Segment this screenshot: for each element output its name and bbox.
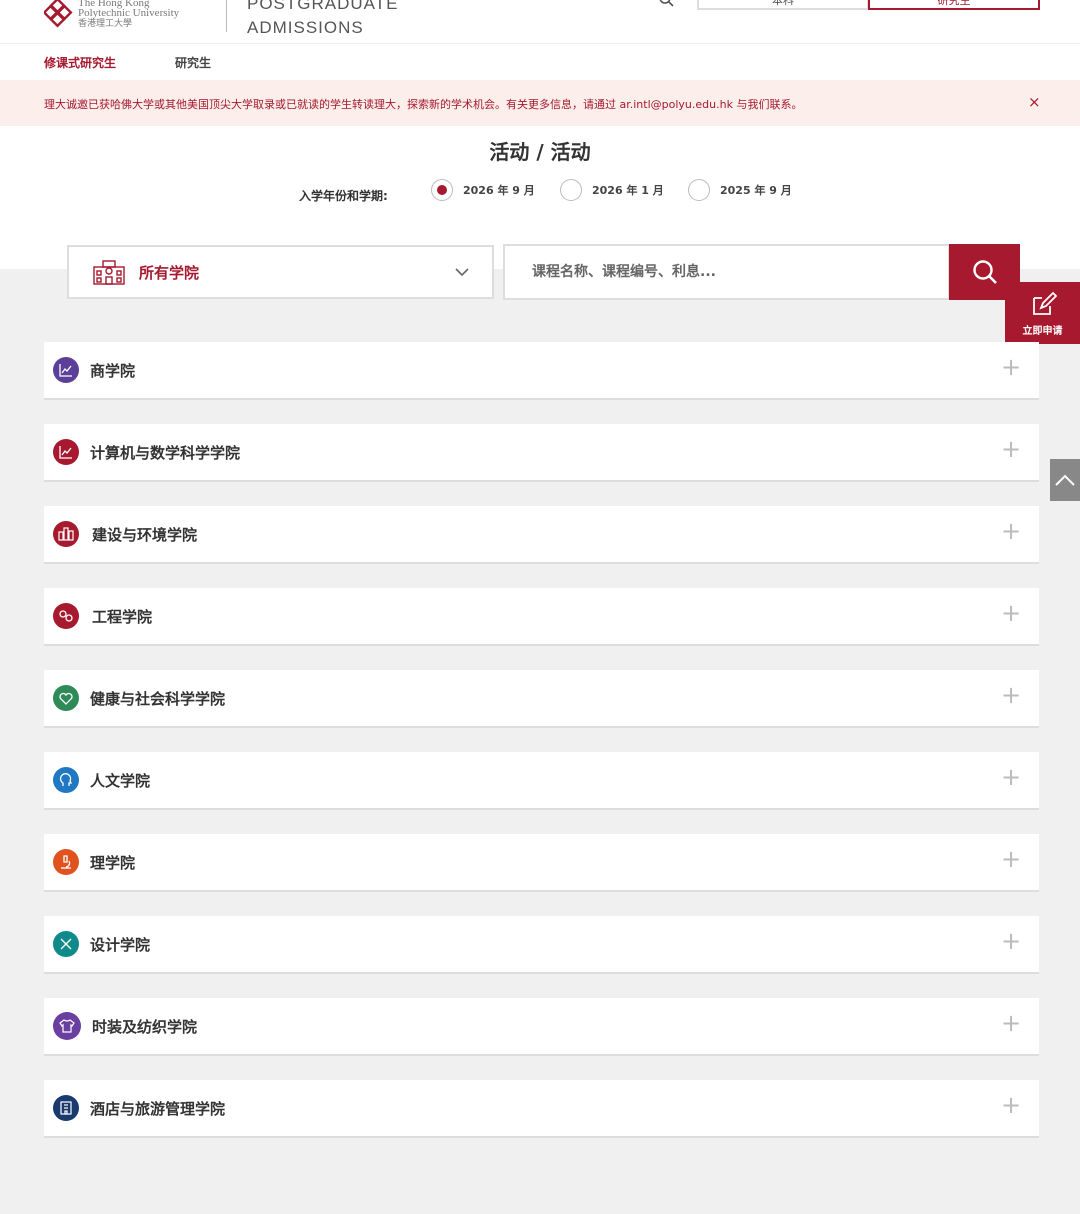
intake-radio-2025-sep[interactable]: 2025 年 9 月 (688, 179, 792, 201)
radio-circle-checked[interactable] (431, 179, 453, 201)
apply-now-button[interactable]: 立即申请 (1005, 282, 1080, 344)
radio-circle[interactable] (560, 179, 582, 201)
intake-radio-label: 2026 年 9 月 (463, 184, 535, 197)
page-title: 活动 / 活动 (489, 140, 591, 164)
faculty-accordion-business[interactable]: 商学院 + (44, 342, 1039, 400)
head-icon (53, 767, 79, 793)
subnav-taught-postgrad[interactable]: 修课式研究生 (44, 54, 116, 71)
intake-radio-2026-jan[interactable]: 2026 年 1 月 (560, 179, 664, 201)
course-search-input[interactable] (503, 244, 950, 300)
radio-circle[interactable] (688, 179, 710, 201)
faculty-select-value: 所有学院 (139, 263, 200, 282)
logo-divider (226, 0, 227, 32)
faculty-accordion-health[interactable]: 健康与社会科学学院 + (44, 670, 1039, 728)
postgrad-button[interactable]: 研究生 (868, 0, 1040, 10)
gears-icon (53, 603, 79, 629)
section-title-line-1: POSTGRADUATE (247, 0, 399, 13)
shirt-icon (53, 1012, 81, 1040)
logo-text: The Hong Kong Polytechnic University 香港理… (78, 0, 179, 28)
search-icon (972, 260, 997, 284)
chart-icon (53, 439, 79, 465)
notice-banner: 理大诚邀已获哈佛大学或其他美国顶尖大学取录或已就读的学生转读理大，探索新的学术机… (0, 80, 1080, 126)
buildings-icon (53, 521, 79, 547)
expand-plus-icon[interactable]: + (1001, 765, 1021, 789)
faculty-label: 设计学院 (90, 936, 151, 954)
faculty-accordion-humanities[interactable]: 人文学院 + (44, 752, 1039, 810)
chevron-up-icon (1055, 474, 1075, 486)
notice-text: 理大诚邀已获哈佛大学或其他美国顶尖大学取录或已就读的学生转读理大，探索新的学术机… (44, 98, 803, 111)
expand-plus-icon[interactable]: + (1001, 1093, 1021, 1117)
building-icon (93, 260, 125, 285)
microscope-icon (53, 849, 79, 875)
faculty-label: 工程学院 (92, 608, 153, 626)
faculty-label: 时装及纺织学院 (92, 1018, 198, 1036)
expand-plus-icon[interactable]: + (1001, 519, 1021, 543)
expand-plus-icon[interactable]: + (1001, 683, 1021, 707)
faculty-label: 人文学院 (90, 772, 151, 790)
header-search-icon[interactable] (658, 0, 674, 7)
apply-now-label: 立即申请 (1022, 326, 1063, 337)
faculty-select[interactable]: 所有学院 (67, 245, 494, 299)
heart-icon (53, 685, 79, 711)
expand-plus-icon[interactable]: + (1001, 437, 1021, 461)
section-title-line-2: ADMISSIONS (247, 18, 364, 37)
faculty-accordion-science[interactable]: 理学院 + (44, 834, 1039, 892)
expand-plus-icon[interactable]: + (1001, 847, 1021, 871)
pencil-ruler-icon (53, 931, 79, 957)
back-to-top-button[interactable] (1050, 459, 1080, 501)
polyu-logo-mark-icon (44, 0, 73, 28)
chevron-down-icon (455, 268, 469, 277)
faculty-accordion-design[interactable]: 设计学院 + (44, 916, 1039, 974)
faculty-label: 健康与社会科学学院 (90, 690, 226, 708)
logo-line-cn: 香港理工大學 (78, 18, 133, 28)
intake-radio-label: 2026 年 1 月 (592, 184, 664, 197)
hotel-icon (53, 1095, 79, 1121)
faculty-accordion-engineering[interactable]: 工程学院 + (44, 588, 1039, 646)
notice-close-icon[interactable]: × (1028, 93, 1041, 111)
faculty-accordion-hotel[interactable]: 酒店与旅游管理学院 + (44, 1080, 1039, 1138)
faculty-label: 建设与环境学院 (92, 526, 198, 544)
section-title: POSTGRADUATE ADMISSIONS (247, 0, 398, 40)
logo-line-2: Polytechnic University (78, 7, 180, 19)
intake-radio-label: 2025 年 9 月 (720, 184, 792, 197)
intake-radio-2026-sep[interactable]: 2026 年 9 月 (431, 179, 535, 201)
faculty-label: 商学院 (90, 362, 136, 380)
expand-plus-icon[interactable]: + (1001, 929, 1021, 953)
expand-plus-icon[interactable]: + (1001, 355, 1021, 379)
intake-label: 入学年份和学期: (299, 189, 388, 203)
edit-icon (1032, 291, 1057, 315)
faculty-accordion-fashion[interactable]: 时装及纺织学院 + (44, 998, 1039, 1056)
faculty-accordion-computing[interactable]: 计算机与数学科学学院 + (44, 424, 1039, 482)
expand-plus-icon[interactable]: + (1001, 601, 1021, 625)
chart-icon (53, 357, 79, 383)
faculty-label: 理学院 (90, 854, 136, 872)
expand-plus-icon[interactable]: + (1001, 1011, 1021, 1035)
undergrad-button[interactable]: 本科 (697, 0, 869, 10)
polyu-logo[interactable]: The Hong Kong Polytechnic University 香港理… (44, 0, 179, 28)
sub-nav: 修课式研究生 研究生 (0, 44, 1080, 80)
faculty-label: 计算机与数学科学学院 (90, 444, 241, 462)
faculty-accordion-construction[interactable]: 建设与环境学院 + (44, 506, 1039, 564)
subnav-research-postgrad[interactable]: 研究生 (175, 54, 211, 71)
faculty-label: 酒店与旅游管理学院 (90, 1100, 226, 1118)
site-header: The Hong Kong Polytechnic University 香港理… (0, 0, 1080, 44)
